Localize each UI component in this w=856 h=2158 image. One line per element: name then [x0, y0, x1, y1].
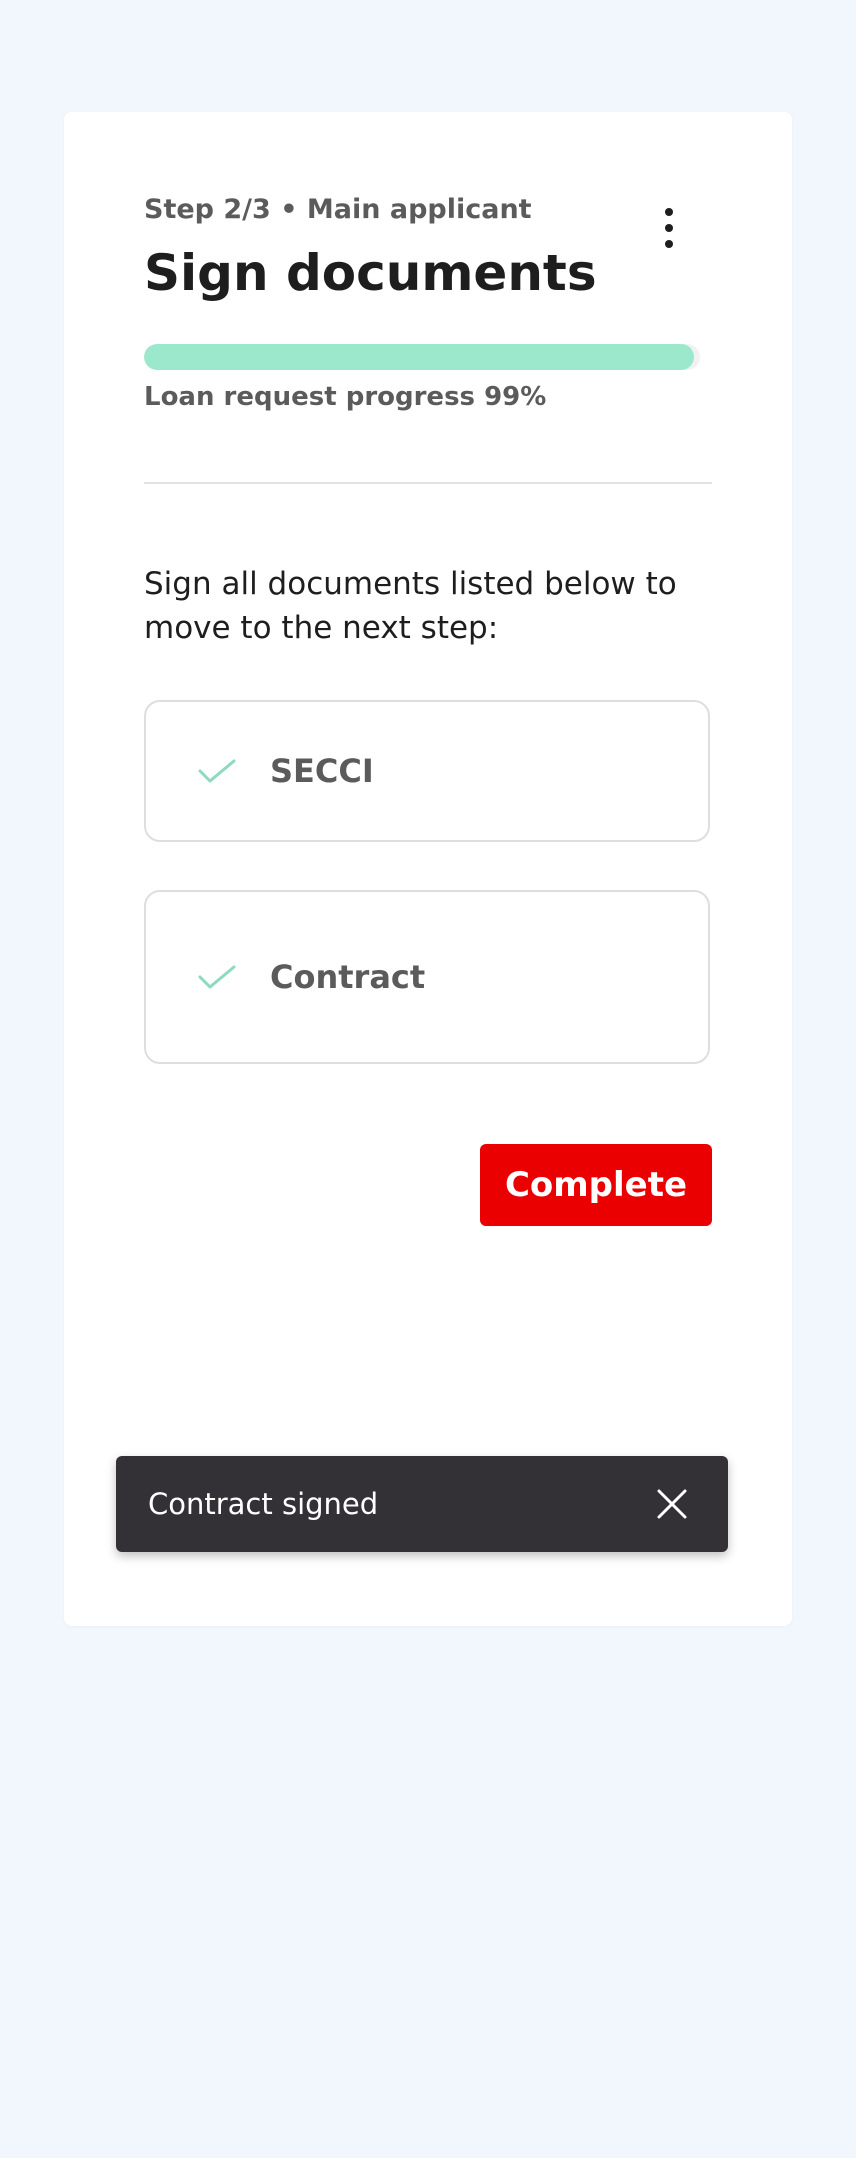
- page-title: Sign documents: [144, 244, 597, 302]
- document-item-secci[interactable]: SECCI: [144, 700, 710, 842]
- step-indicator: Step 2/3 • Main applicant: [144, 194, 532, 225]
- loan-progress-label: Loan request progress 99%: [144, 382, 547, 412]
- check-icon: [198, 759, 236, 783]
- loan-progress-fill: [144, 344, 695, 370]
- document-label: SECCI: [270, 752, 374, 790]
- loan-progress-bar: [144, 344, 700, 370]
- document-item-contract[interactable]: Contract: [144, 890, 710, 1064]
- check-icon: [198, 965, 236, 989]
- kebab-menu-icon[interactable]: [654, 206, 684, 250]
- complete-button[interactable]: Complete: [480, 1144, 712, 1226]
- toast-notification: Contract signed: [116, 1456, 728, 1552]
- toast-message: Contract signed: [148, 1487, 379, 1521]
- close-icon[interactable]: [656, 1488, 688, 1520]
- section-divider: [144, 482, 712, 484]
- sign-documents-card: Step 2/3 • Main applicant Sign documents…: [64, 112, 792, 1626]
- document-label: Contract: [270, 958, 426, 996]
- instructions-text: Sign all documents listed below to move …: [144, 566, 677, 646]
